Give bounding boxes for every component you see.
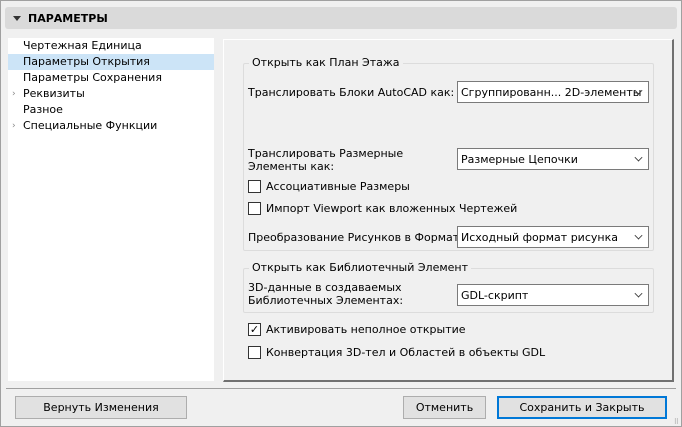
dropdown-value: Сгруппированн... 2D-элементы <box>461 85 642 99</box>
revert-changes-button[interactable]: Вернуть Изменения <box>15 396 187 419</box>
tree-item-label: Реквизиты <box>23 87 85 100</box>
dims-label: Транслировать Размерные Элементы как: <box>248 147 404 173</box>
data3d-dropdown[interactable]: GDL-скрипт <box>457 284 649 306</box>
group-title-plan: Открыть как План Этажа <box>249 56 403 69</box>
chevron-down-icon <box>634 289 643 298</box>
dropdown-value: Размерные Цепочки <box>461 152 578 166</box>
checkbox-label: Конвертация 3D-тел и Областей в объекты … <box>266 346 546 359</box>
assoc-dims-checkbox-row[interactable]: Ассоциативные Размеры <box>248 180 410 193</box>
dims-dropdown[interactable]: Размерные Цепочки <box>457 148 649 170</box>
collapse-triangle-icon <box>13 15 21 21</box>
dropdown-value: Исходный формат рисунка <box>461 230 618 244</box>
dropdown-value: GDL-скрипт <box>461 288 529 302</box>
checkbox-label: Активировать неполное открытие <box>266 323 466 336</box>
tree-item-open-options[interactable]: Параметры Открытия <box>8 54 214 70</box>
tree-item-label: Параметры Сохранения <box>23 71 162 84</box>
viewport-checkbox-row[interactable]: Импорт Viewport как вложенных Чертежей <box>248 202 517 215</box>
data3d-label: 3D-данные в создаваемых Библиотечных Эле… <box>248 281 404 307</box>
tree-item-label: Специальные Функции <box>23 119 158 132</box>
tree-item-misc[interactable]: Разное <box>8 102 214 118</box>
tree-item-label: Параметры Открытия <box>23 55 150 68</box>
cancel-button[interactable]: Отменить <box>403 396 486 419</box>
tree-item-special-functions[interactable]: › Специальные Функции <box>8 118 214 134</box>
chevron-right-icon[interactable]: › <box>12 118 16 134</box>
blocks-label: Транслировать Блоки AutoCAD как: <box>248 86 455 99</box>
convert-gdl-checkbox[interactable] <box>248 346 261 359</box>
group-title-library: Открыть как Библиотечный Элемент <box>249 261 472 274</box>
images-dropdown[interactable]: Исходный формат рисунка <box>457 226 649 248</box>
partial-open-checkbox[interactable]: ✓ <box>248 323 261 336</box>
section-header[interactable]: ПАРАМЕТРЫ <box>5 7 677 29</box>
tree-item-attributes[interactable]: › Реквизиты <box>8 86 214 102</box>
tree-item-label: Чертежная Единица <box>23 39 142 52</box>
assoc-dims-checkbox[interactable] <box>248 180 261 193</box>
tree-item-label: Разное <box>23 103 63 116</box>
blocks-dropdown[interactable]: Сгруппированн... 2D-элементы <box>457 81 649 103</box>
save-and-close-button[interactable]: Сохранить и Закрыть <box>497 396 667 419</box>
chevron-right-icon[interactable]: › <box>12 86 16 102</box>
resize-grip-icon[interactable]: ⠿ <box>674 419 679 426</box>
chevron-down-icon <box>634 231 643 240</box>
checkbox-label: Ассоциативные Размеры <box>266 180 410 193</box>
footer-divider <box>6 388 676 389</box>
partial-open-checkbox-row[interactable]: ✓ Активировать неполное открытие <box>248 323 466 336</box>
checkbox-label: Импорт Viewport как вложенных Чертежей <box>266 202 518 215</box>
chevron-down-icon <box>634 153 643 162</box>
viewport-checkbox[interactable] <box>248 202 261 215</box>
images-label: Преобразование Рисунков в Формат: <box>248 231 463 244</box>
settings-tree: Чертежная Единица Параметры Открытия Пар… <box>8 38 214 381</box>
convert-gdl-checkbox-row[interactable]: Конвертация 3D-тел и Областей в объекты … <box>248 346 545 359</box>
tree-item-drawing-unit[interactable]: Чертежная Единица <box>8 38 214 54</box>
section-title: ПАРАМЕТРЫ <box>28 11 108 25</box>
tree-item-save-options[interactable]: Параметры Сохранения <box>8 70 214 86</box>
